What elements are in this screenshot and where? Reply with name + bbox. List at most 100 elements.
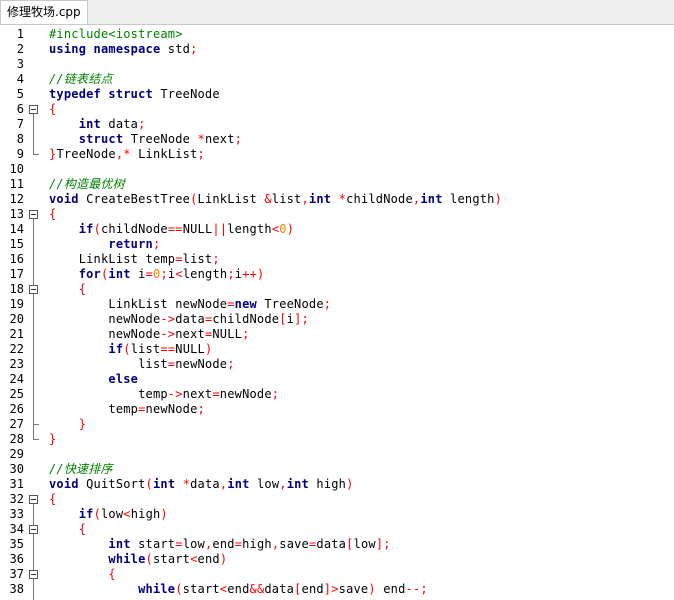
file-tab[interactable]: 修理牧场.cpp (0, 0, 88, 24)
code-line[interactable]: 5 typedef struct TreeNode (0, 87, 674, 102)
code-token: start (182, 582, 220, 596)
code-line[interactable]: 32 { (0, 492, 674, 507)
code-token: length (442, 192, 495, 206)
code-line[interactable]: 16 LinkList temp=list; (0, 252, 674, 267)
code-token: * (182, 477, 191, 491)
code-token: #include<iostream> (49, 27, 183, 41)
code-token: ; (160, 267, 168, 281)
code-text: //构造最优树 (49, 177, 125, 192)
code-token: int (227, 477, 250, 491)
line-number: 10 (9, 162, 24, 176)
code-line[interactable]: 11 //构造最优树 (0, 177, 674, 192)
code-token: LinkList (130, 147, 198, 161)
code-text: { (49, 282, 86, 297)
code-text: typedef struct TreeNode (49, 87, 220, 102)
code-line[interactable]: 2 using namespace std; (0, 42, 674, 57)
code-line[interactable]: 38 while(start<end&&data[end]>save) end-… (0, 582, 674, 597)
code-token: save (338, 582, 369, 596)
code-token: int (78, 117, 101, 131)
code-token: ; (197, 147, 205, 161)
code-text: if(childNode==NULL||length<0) (49, 222, 294, 237)
line-number: 4 (16, 72, 24, 86)
code-line[interactable]: 9}TreeNode,* LinkList; (0, 147, 674, 162)
code-line[interactable]: 19 LinkList newNode=new TreeNode; (0, 297, 674, 312)
code-line[interactable]: 35 int start=low,end=high,save=data[low]… (0, 537, 674, 552)
code-token: int (152, 477, 176, 491)
code-token: { (108, 567, 116, 581)
line-number: 33 (9, 507, 24, 521)
code-token: ; (227, 357, 235, 371)
line-number: 38 (9, 582, 24, 596)
code-text: int data; (49, 117, 146, 132)
code-text: newNode->data=childNode[i]; (49, 312, 309, 327)
code-line[interactable]: 18 { (0, 282, 674, 297)
code-line[interactable]: 31 void QuitSort(int *data,int low,int hi… (0, 477, 674, 492)
code-token: TreeNode (56, 147, 116, 161)
code-line[interactable]: 12 void CreateBestTree(LinkList &list,int… (0, 192, 674, 207)
code-editor[interactable]: 1 #include<iostream> 2 using namespace std;… (0, 25, 674, 600)
code-line[interactable]: 20 newNode->data=childNode[i]; (0, 312, 674, 327)
code-line[interactable]: 3 (0, 57, 674, 72)
code-line[interactable]: 33 if(low<high) (0, 507, 674, 522)
code-token: ( (123, 342, 131, 356)
code-token: ) (204, 342, 213, 356)
code-token: ( (145, 477, 153, 491)
code-line[interactable]: 10 (0, 162, 674, 177)
code-token: newNode (145, 402, 198, 416)
code-line[interactable]: 24 else (0, 372, 674, 387)
code-line[interactable]: 15 return; (0, 237, 674, 252)
code-token: TreeNode (152, 87, 220, 101)
code-line[interactable]: 30 //快速排序 (0, 462, 674, 477)
code-line[interactable]: 37 { (0, 567, 674, 582)
code-token: //链表结点 (49, 72, 113, 86)
code-line[interactable]: 25 temp->next=newNode; (0, 387, 674, 402)
code-token: = (138, 402, 146, 416)
code-line[interactable]: 29 (0, 447, 674, 462)
code-token: if (78, 507, 94, 521)
code-token: = (175, 537, 183, 551)
code-text: void QuitSort(int *data,int low,int high… (49, 477, 354, 492)
code-line[interactable]: 13 { (0, 207, 674, 222)
code-text: if(low<high) (49, 507, 168, 522)
code-line[interactable]: 21 newNode->next=NULL; (0, 327, 674, 342)
code-token: i (130, 267, 146, 281)
line-number: 21 (9, 327, 24, 341)
code-token: * (197, 132, 205, 146)
code-token: ) (219, 552, 228, 566)
code-line[interactable]: 1 #include<iostream> (0, 27, 674, 42)
code-line[interactable]: 34 { (0, 522, 674, 537)
code-token: ( (175, 582, 183, 596)
code-token: start (130, 537, 176, 551)
code-text: temp->next=newNode; (49, 387, 279, 402)
code-token: start (152, 552, 191, 566)
code-token: length (182, 267, 228, 281)
code-token: list (271, 192, 302, 206)
code-token: ; (212, 252, 220, 266)
code-token: NULL (182, 222, 213, 236)
code-token: ]; (375, 537, 391, 551)
code-line[interactable]: 14 if(childNode==NULL||length<0) (0, 222, 674, 237)
code-token: NULL (175, 342, 205, 356)
code-token: QuitSort (78, 477, 146, 491)
code-line[interactable]: 28} (0, 432, 674, 447)
code-line[interactable]: 36 while(start<end) (0, 552, 674, 567)
code-text: } (49, 417, 86, 432)
code-line[interactable]: 23 list=newNode; (0, 357, 674, 372)
code-text: LinkList temp=list; (49, 252, 220, 267)
code-token: == (160, 342, 176, 356)
code-line[interactable]: 6{ (0, 102, 674, 117)
code-line[interactable]: 22 if(list==NULL) (0, 342, 674, 357)
code-line[interactable]: 27 } (0, 417, 674, 432)
code-token: int (108, 537, 131, 551)
code-line[interactable]: 17 for(int i=0;i<length;i++) (0, 267, 674, 282)
code-line[interactable]: 26 temp=newNode; (0, 402, 674, 417)
code-line[interactable]: 8 struct TreeNode *next; (0, 132, 674, 147)
code-line[interactable]: 7 int data; (0, 117, 674, 132)
code-line[interactable]: 4 //链表结点 (0, 72, 674, 87)
code-token: , (279, 477, 287, 491)
code-token: int (286, 477, 309, 491)
code-token: LinkList newNode (49, 297, 228, 311)
